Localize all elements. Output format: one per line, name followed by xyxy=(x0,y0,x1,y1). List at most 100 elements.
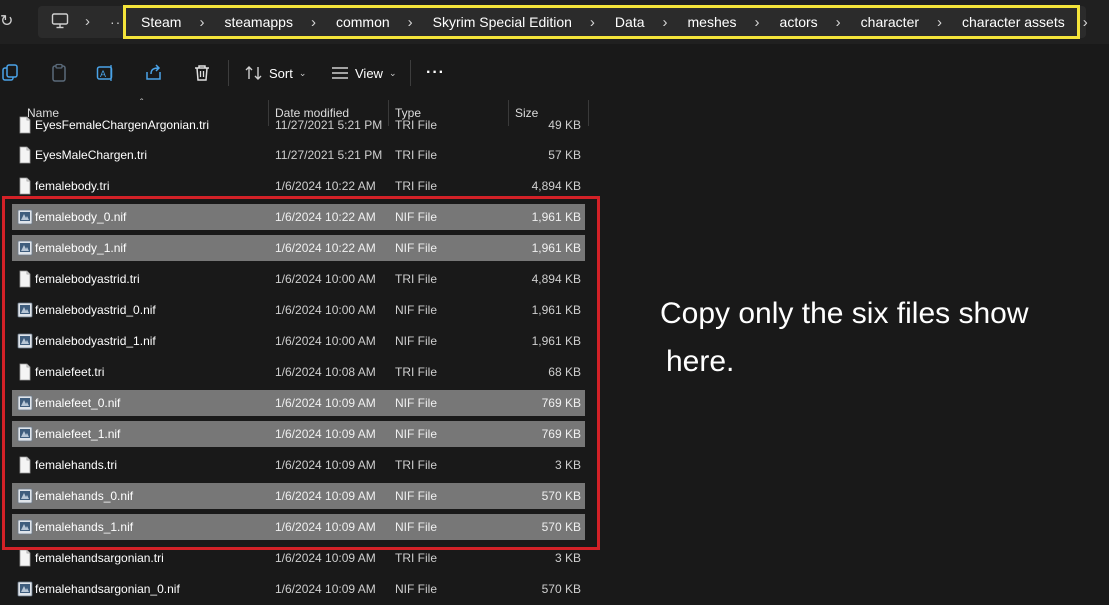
file-name: femalehands_1.nif xyxy=(35,520,134,534)
breadcrumb: Steam › steamapps › common › Skyrim Special Ed… xyxy=(123,5,1088,39)
file-date: 1/6/2024 10:00 AM xyxy=(275,303,376,317)
file-row[interactable]: femalehands.tri 1/6/2024 10:09 AM TRI File… xyxy=(12,452,585,478)
breadcrumb-item[interactable]: actors xyxy=(780,14,818,30)
view-label: View xyxy=(355,65,383,81)
file-size: 4,894 KB xyxy=(531,272,581,286)
file-icon xyxy=(17,549,33,567)
file-date: 1/6/2024 10:22 AM xyxy=(275,210,376,224)
delete-icon[interactable] xyxy=(192,63,212,83)
file-row[interactable]: EyesFemaleChargenArgonian.tri 11/27/2021 … xyxy=(12,112,585,138)
file-date: 1/6/2024 10:09 AM xyxy=(275,396,376,410)
file-name: femalebodyastrid_1.nif xyxy=(35,334,156,348)
file-row[interactable]: EyesMaleChargen.tri 11/27/2021 5:21 PM TRI… xyxy=(12,142,585,168)
nif-file-icon xyxy=(17,518,33,536)
more-options-button[interactable]: ··· xyxy=(426,62,445,84)
chevron-down-icon: ⌄ xyxy=(388,67,397,78)
file-size: 49 KB xyxy=(548,118,581,132)
file-name: EyesMaleChargen.tri xyxy=(35,148,148,162)
toolbar-divider xyxy=(228,60,229,86)
copy-icon[interactable] xyxy=(2,63,22,83)
file-type: TRI File xyxy=(395,179,437,193)
breadcrumb-item[interactable]: Data xyxy=(615,14,645,30)
file-size: 769 KB xyxy=(541,396,581,410)
file-size: 57 KB xyxy=(548,148,581,162)
file-date: 1/6/2024 10:08 AM xyxy=(275,365,376,379)
breadcrumb-item[interactable]: Skyrim Special Edition xyxy=(433,14,572,30)
file-date: 1/6/2024 10:09 AM xyxy=(275,489,376,503)
file-size: 769 KB xyxy=(541,427,581,441)
toolbar-divider xyxy=(410,60,411,86)
chevron-right-icon[interactable]: › xyxy=(755,14,760,31)
rename-icon[interactable]: A xyxy=(96,63,116,83)
file-size: 570 KB xyxy=(541,582,581,596)
annotation-line-2: here. xyxy=(666,345,735,378)
file-row[interactable]: femalefeet_0.nif 1/6/2024 10:09 AM NIF Fil… xyxy=(12,390,585,416)
file-name: femalehandsargonian_0.nif xyxy=(35,582,180,596)
file-name: femalebodyastrid_0.nif xyxy=(35,303,156,317)
chevron-right-icon[interactable]: › xyxy=(311,14,316,31)
breadcrumb-overflow[interactable]: ·· xyxy=(110,6,121,38)
breadcrumb-item[interactable]: character xyxy=(861,14,919,30)
file-type: NIF File xyxy=(395,427,437,441)
breadcrumb-item[interactable]: steamapps xyxy=(224,14,292,30)
file-type: TRI File xyxy=(395,551,437,565)
file-size: 1,961 KB xyxy=(531,241,581,255)
file-row[interactable]: femalefeet_1.nif 1/6/2024 10:09 AM NIF Fil… xyxy=(12,421,585,447)
breadcrumb-item[interactable]: Steam xyxy=(141,14,181,30)
file-type: NIF File xyxy=(395,582,437,596)
file-row[interactable]: femalehands_0.nif 1/6/2024 10:09 AM NIF Fi… xyxy=(12,483,585,509)
chevron-right-icon[interactable]: › xyxy=(937,14,942,31)
nif-file-icon xyxy=(17,239,33,257)
chevron-right-icon[interactable]: › xyxy=(199,14,204,31)
file-row[interactable]: femalehandsargonian_0.nif 1/6/2024 10:09 … xyxy=(12,576,585,602)
file-date: 1/6/2024 10:22 AM xyxy=(275,179,376,193)
chevron-right-icon[interactable]: › xyxy=(85,6,90,38)
file-type: NIF File xyxy=(395,241,437,255)
file-date: 1/6/2024 10:22 AM xyxy=(275,241,376,255)
this-pc-icon[interactable] xyxy=(51,12,69,30)
sort-button[interactable]: Sort ⌄ xyxy=(245,62,306,84)
refresh-icon[interactable]: ↻ xyxy=(0,12,14,32)
file-name: femalefeet_1.nif xyxy=(35,427,121,441)
chevron-right-icon[interactable]: › xyxy=(836,14,841,31)
breadcrumb-item[interactable]: common xyxy=(336,14,390,30)
file-row[interactable]: femalebodyastrid_1.nif 1/6/2024 10:00 AM N… xyxy=(12,328,585,354)
chevron-right-icon[interactable]: › xyxy=(590,14,595,31)
file-row[interactable]: femalebodyastrid.tri 1/6/2024 10:00 AM TRI… xyxy=(12,266,585,292)
file-type: TRI File xyxy=(395,148,437,162)
file-type: NIF File xyxy=(395,396,437,410)
view-icon xyxy=(332,67,348,79)
chevron-right-icon[interactable]: › xyxy=(663,14,668,31)
paste-icon[interactable] xyxy=(50,63,70,83)
view-button[interactable]: View ⌄ xyxy=(331,62,397,84)
chevron-right-icon[interactable]: › xyxy=(408,14,413,31)
file-size: 1,961 KB xyxy=(531,303,581,317)
file-type: TRI File xyxy=(395,118,437,132)
file-row[interactable]: femalehandsargonian.tri 1/6/2024 10:09 AM… xyxy=(12,545,585,571)
breadcrumb-item[interactable]: meshes xyxy=(688,14,737,30)
file-row[interactable]: femalebody_0.nif 1/6/2024 10:22 AM NIF Fil… xyxy=(12,204,585,230)
file-name: femalebody_1.nif xyxy=(35,241,127,255)
file-row[interactable]: femalefeet.tri 1/6/2024 10:08 AM TRI File 6… xyxy=(12,359,585,385)
file-row[interactable]: femalebody_1.nif 1/6/2024 10:22 AM NIF Fil… xyxy=(12,235,585,261)
file-date: 1/6/2024 10:09 AM xyxy=(275,520,376,534)
file-row[interactable]: femalehands_1.nif 1/6/2024 10:09 AM NIF Fi… xyxy=(12,514,585,540)
chevron-down-icon: ⌄ xyxy=(298,67,307,78)
file-name: femalehandsargonian.tri xyxy=(35,551,164,565)
share-icon[interactable] xyxy=(144,63,164,83)
file-row[interactable]: femalebodyastrid_0.nif 1/6/2024 10:00 AM N… xyxy=(12,297,585,323)
chevron-right-icon[interactable]: › xyxy=(1083,14,1088,31)
file-name: femalefeet.tri xyxy=(35,365,105,379)
breadcrumb-item[interactable]: character assets xyxy=(962,14,1065,30)
file-row[interactable]: femalebody.tri 1/6/2024 10:22 AM TRI File 4… xyxy=(12,173,585,199)
file-type: NIF File xyxy=(395,303,437,317)
file-name: femalefeet_0.nif xyxy=(35,396,121,410)
file-icon xyxy=(17,363,33,381)
file-icon xyxy=(17,456,33,474)
file-icon xyxy=(17,177,33,195)
file-date: 1/6/2024 10:09 AM xyxy=(275,582,376,596)
file-name: femalebodyastrid.tri xyxy=(35,272,140,286)
file-size: 570 KB xyxy=(541,520,581,534)
sort-label: Sort xyxy=(269,65,293,81)
instruction-annotation: Copy only the six files show here. xyxy=(660,290,1100,386)
